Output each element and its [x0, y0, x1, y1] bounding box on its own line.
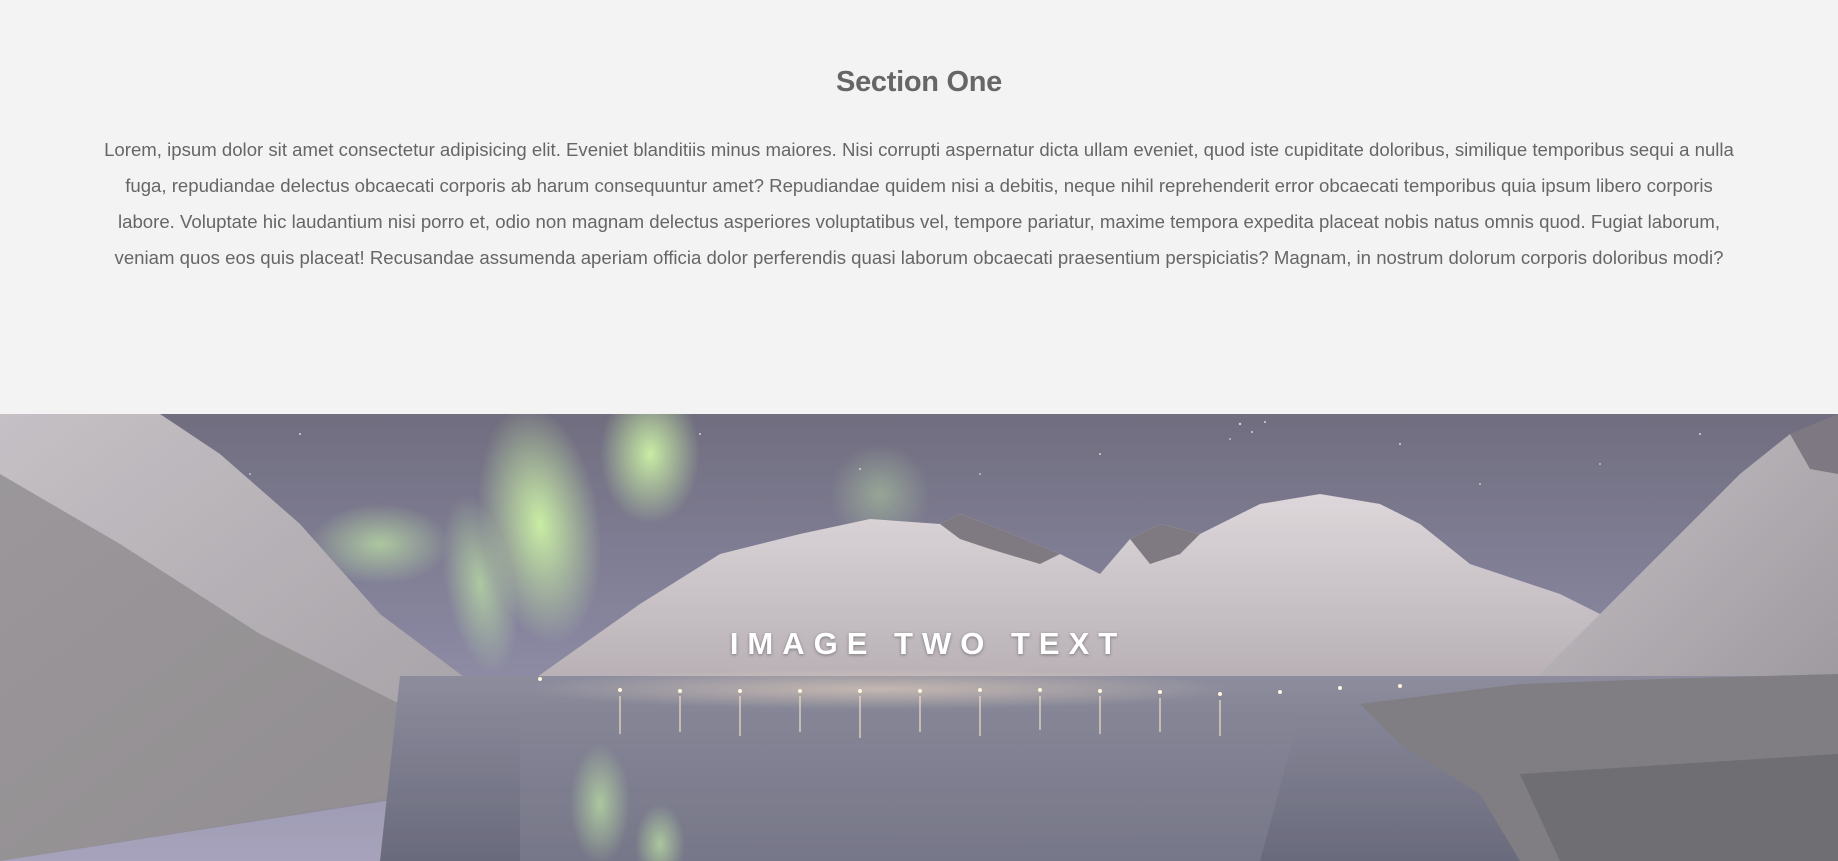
- section-title: Section One: [836, 66, 1002, 98]
- image-two-section: IMAGE TWO TEXT: [0, 414, 1838, 861]
- image-two-caption: IMAGE TWO TEXT: [729, 626, 1127, 661]
- section-one: Section One Lorem, ipsum dolor sit amet …: [0, 0, 1838, 414]
- section-body-text: Lorem, ipsum dolor sit amet consectetur …: [104, 139, 1734, 268]
